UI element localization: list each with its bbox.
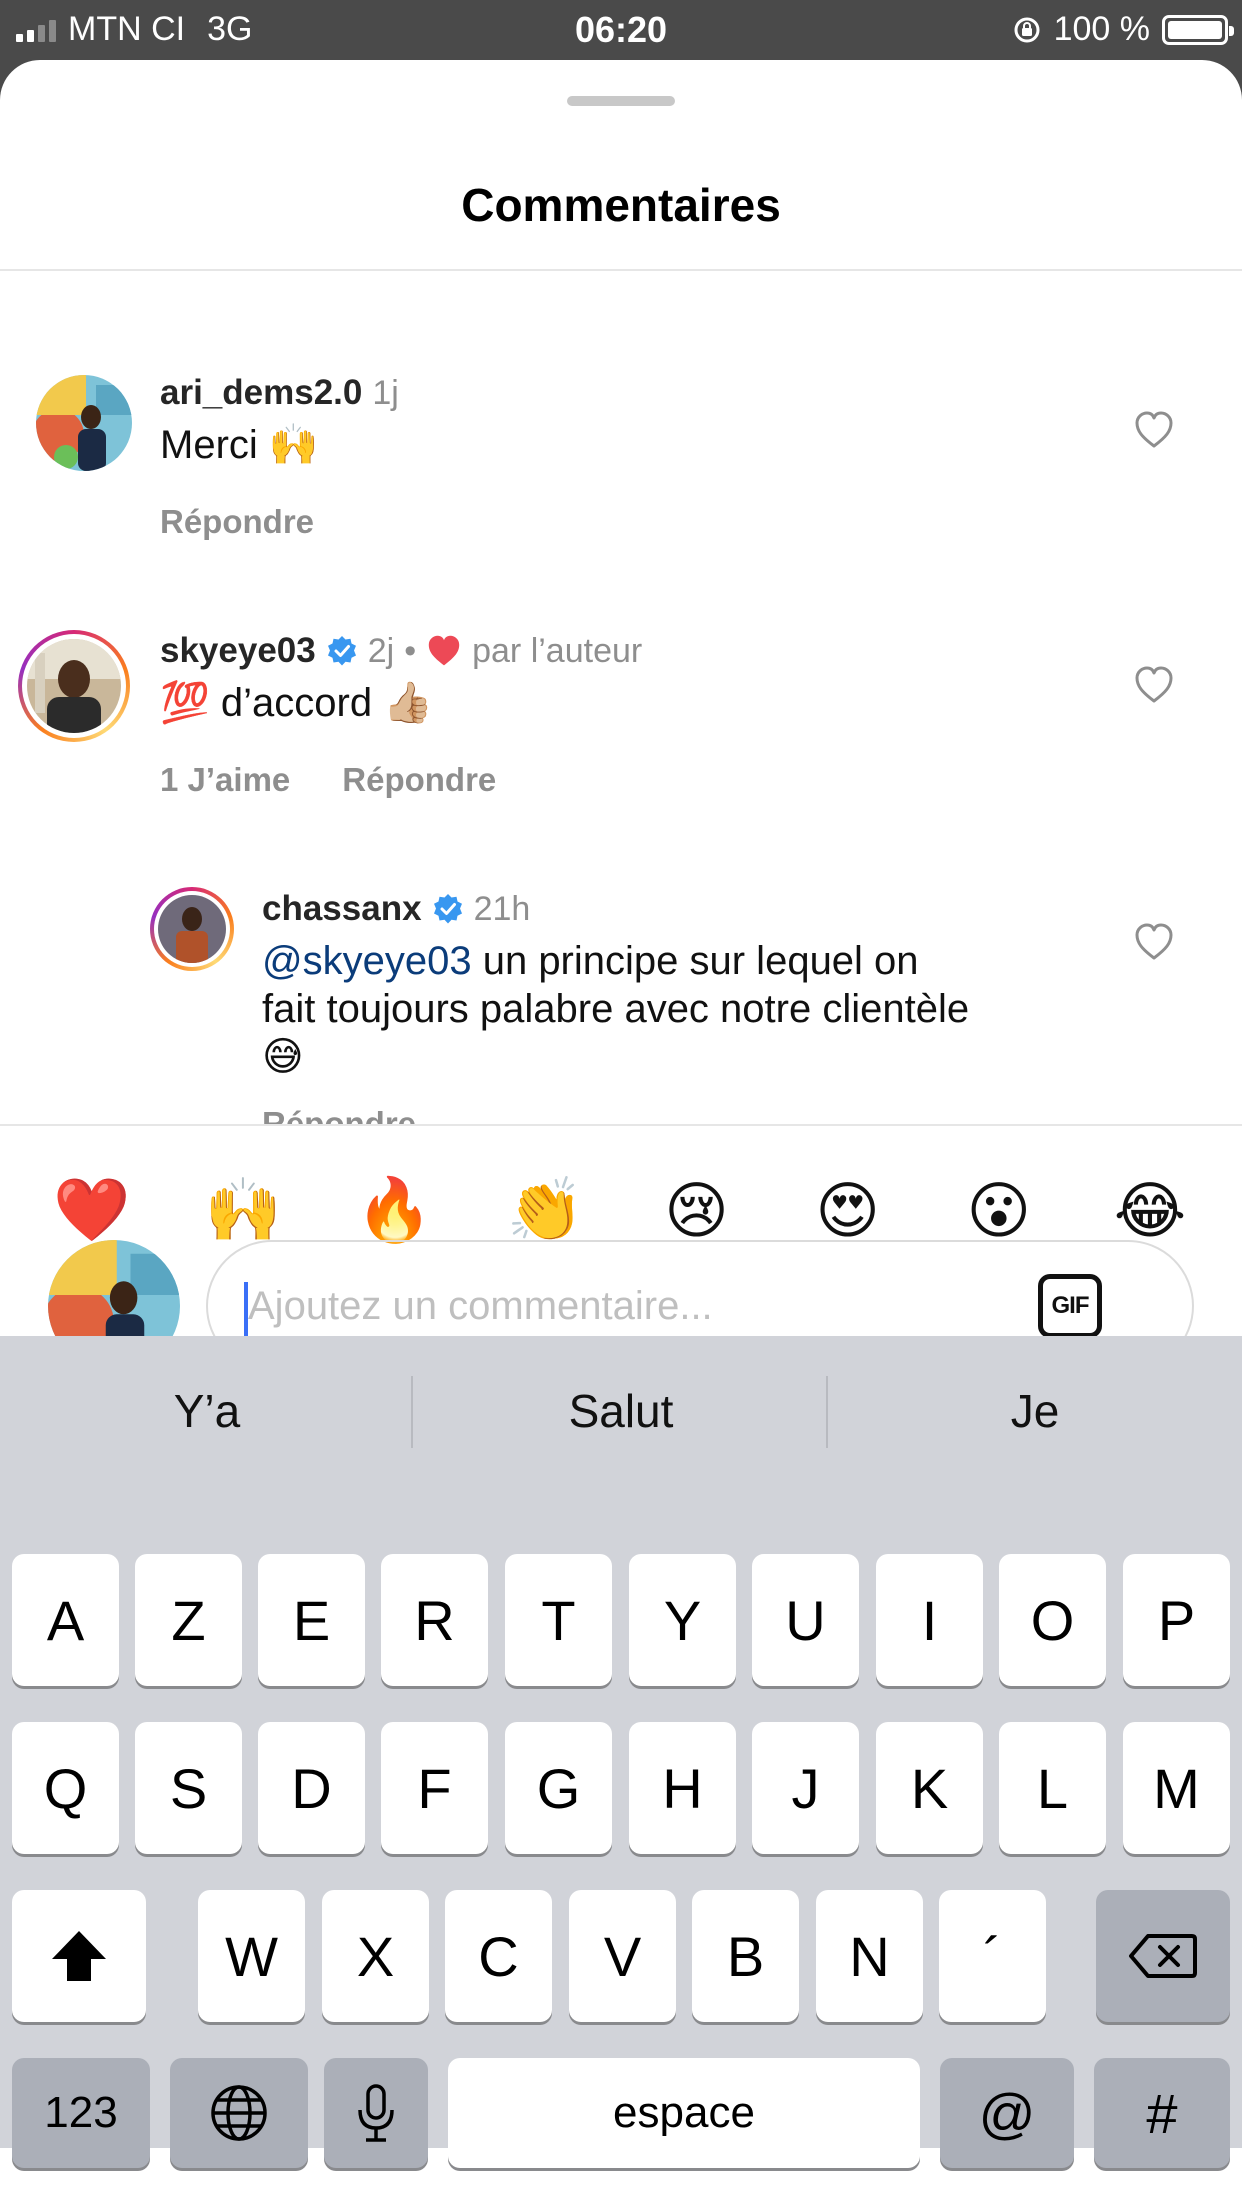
key-g[interactable]: G: [505, 1722, 612, 1854]
numbers-key[interactable]: 123: [12, 2058, 150, 2168]
divider: [411, 1376, 413, 1448]
emoji-crying-button[interactable]: 😢: [657, 1170, 737, 1250]
comment-time: 1j: [372, 373, 399, 412]
suggestion-item[interactable]: Je: [828, 1384, 1242, 1438]
comment-meta: ari_dems2.0 1j: [160, 373, 399, 413]
mention-link[interactable]: @skyeye03: [262, 939, 472, 983]
avatar[interactable]: [18, 630, 130, 742]
meta-separator: •: [404, 631, 417, 670]
shift-key[interactable]: [12, 1890, 146, 2022]
page-title: Commentaires: [461, 179, 781, 231]
key-n[interactable]: N: [816, 1890, 923, 2022]
comments-list[interactable]: ari_dems2.0 1j Merci 🙌 Répondre skyeye03…: [0, 271, 1242, 1124]
status-bar: MTN CI 3G 06:20 100 %: [0, 0, 1242, 60]
comment-text: 💯 d’accord 👍🏼: [160, 681, 434, 725]
key-v[interactable]: V: [569, 1890, 676, 2022]
comment-username[interactable]: skyeye03: [160, 631, 316, 671]
shift-arrow-icon: [52, 1931, 106, 1981]
comment-text: Merci 🙌: [160, 423, 319, 467]
globe-icon: [211, 2085, 267, 2141]
comment-input-placeholder: Ajoutez un commentaire...: [248, 1284, 713, 1328]
comment-meta: skyeye03 2j • par l’auteur: [160, 631, 642, 671]
key-h[interactable]: H: [629, 1722, 736, 1854]
comment-time: 21h: [473, 889, 531, 928]
liked-by-author-label: par l’auteur: [472, 631, 643, 670]
avatar[interactable]: [150, 887, 234, 971]
backspace-key[interactable]: [1096, 1890, 1230, 2022]
key-k[interactable]: K: [876, 1722, 983, 1854]
key-c[interactable]: C: [445, 1890, 552, 2022]
key-p[interactable]: P: [1123, 1554, 1230, 1686]
key-x[interactable]: X: [322, 1890, 429, 2022]
comment-meta: chassanx 21h: [262, 889, 530, 929]
suggestion-item[interactable]: Y’a: [0, 1384, 414, 1438]
comment-text-line: fait toujours palabre avec notre clientè…: [262, 987, 970, 1031]
microphone-icon: [358, 2084, 394, 2142]
like-heart-icon[interactable]: [1134, 411, 1174, 449]
key-l[interactable]: L: [999, 1722, 1106, 1854]
reply-button[interactable]: Répondre: [160, 503, 314, 541]
reply-button[interactable]: Répondre: [342, 761, 496, 799]
author-liked-heart-icon: [428, 635, 460, 666]
emoji-clap-button[interactable]: 👏: [505, 1170, 585, 1250]
like-heart-icon[interactable]: [1134, 923, 1174, 961]
key-o[interactable]: O: [999, 1554, 1106, 1686]
key-d[interactable]: D: [258, 1722, 365, 1854]
comment-username[interactable]: ari_dems2.0: [160, 373, 362, 413]
comment-actions: 1 J’aime Répondre: [160, 761, 496, 799]
key-a[interactable]: A: [12, 1554, 119, 1686]
key-u[interactable]: U: [752, 1554, 859, 1686]
suggestion-item[interactable]: Salut: [414, 1384, 828, 1438]
key-w[interactable]: W: [198, 1890, 305, 2022]
globe-key[interactable]: [170, 2058, 308, 2168]
emoji-laughing-button[interactable]: 😂: [1110, 1170, 1190, 1250]
battery-percent: 100 %: [1053, 10, 1150, 48]
at-key[interactable]: @: [940, 2058, 1074, 2168]
keyboard: Y’a Salut Je A Z E R T Y U I O P Q S D F…: [0, 1336, 1242, 2168]
sheet-grabber[interactable]: [567, 96, 675, 106]
dictation-key[interactable]: [324, 2058, 428, 2168]
key-s[interactable]: S: [135, 1722, 242, 1854]
key-b[interactable]: B: [692, 1890, 799, 2022]
emoji-surprised-button[interactable]: 😮: [959, 1170, 1039, 1250]
backspace-icon: [1129, 1934, 1197, 1978]
comment-text-line: un principe sur lequel on: [471, 939, 919, 983]
comment-username[interactable]: chassanx: [262, 889, 422, 929]
battery-icon: [1162, 14, 1234, 45]
key-m[interactable]: M: [1123, 1722, 1230, 1854]
suggestion-bar: Y’a Salut Je: [0, 1336, 1242, 1486]
comment-actions: Répondre: [160, 503, 314, 541]
orientation-lock-icon: [1014, 17, 1040, 42]
comment-time: 2j: [367, 631, 395, 670]
comment-text-line: 😅: [262, 1035, 304, 1079]
hash-key[interactable]: #: [1094, 2058, 1230, 2168]
key-j[interactable]: J: [752, 1722, 859, 1854]
avatar[interactable]: [36, 375, 132, 471]
space-key[interactable]: espace: [448, 2058, 920, 2168]
key-q[interactable]: Q: [12, 1722, 119, 1854]
like-heart-icon[interactable]: [1134, 666, 1174, 704]
key-acute-accent[interactable]: ´: [939, 1890, 1046, 2022]
key-e[interactable]: E: [258, 1554, 365, 1686]
key-y[interactable]: Y: [629, 1554, 736, 1686]
comment-text: @skyeye03 un principe sur lequel on fait…: [262, 937, 1122, 1081]
key-z[interactable]: Z: [135, 1554, 242, 1686]
emoji-fire-button[interactable]: 🔥: [354, 1170, 434, 1250]
verified-badge-icon: [433, 894, 462, 924]
verified-badge-icon: [327, 636, 356, 666]
key-i[interactable]: I: [876, 1554, 983, 1686]
key-r[interactable]: R: [381, 1554, 488, 1686]
key-t[interactable]: T: [505, 1554, 612, 1686]
key-f[interactable]: F: [381, 1722, 488, 1854]
likes-count-link[interactable]: 1 J’aime: [160, 761, 290, 799]
gif-button[interactable]: GIF: [1038, 1274, 1102, 1338]
emoji-heart-eyes-button[interactable]: 😍: [808, 1170, 888, 1250]
status-right: 100 %: [1012, 10, 1234, 49]
emoji-heart-button[interactable]: ❤️: [52, 1170, 132, 1250]
emoji-raised-hands-button[interactable]: 🙌: [203, 1170, 283, 1250]
